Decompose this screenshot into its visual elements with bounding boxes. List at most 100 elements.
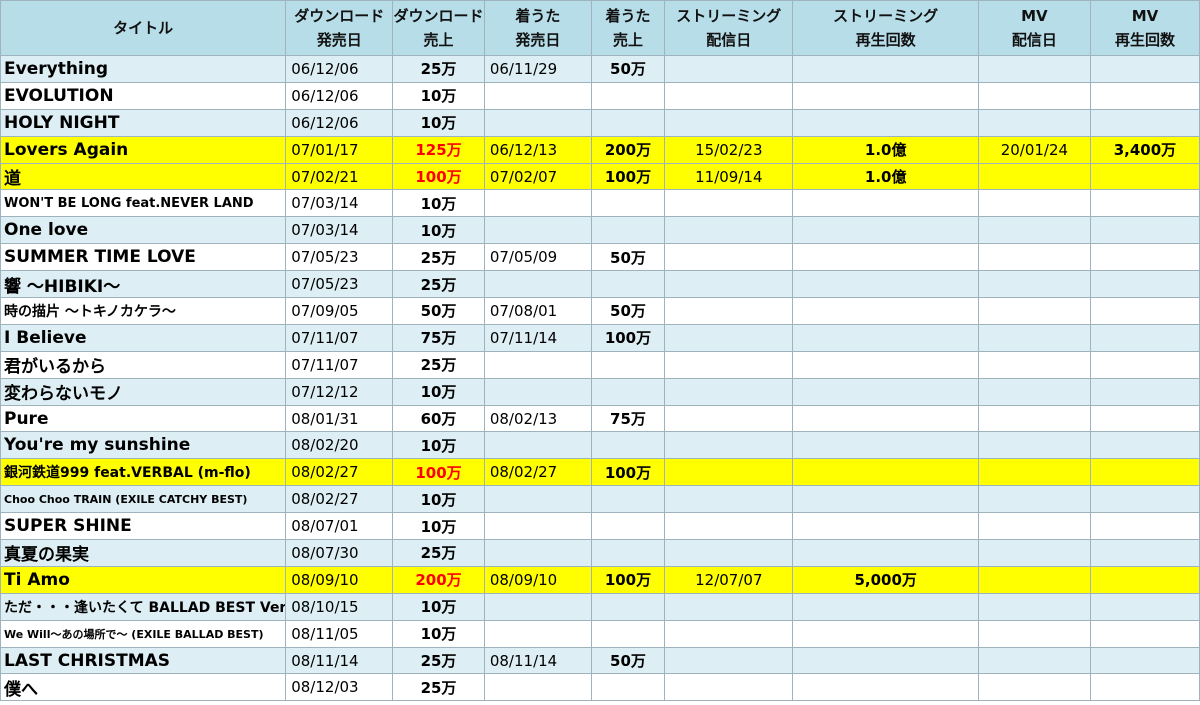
cell-title: Ti Amo — [0, 565, 287, 594]
cell-ch-date — [483, 350, 592, 379]
cell-st-plays — [792, 189, 979, 218]
header-label-line1: 着うた — [515, 7, 561, 25]
cell-mv-date — [977, 243, 1091, 272]
cell-st-plays — [792, 55, 979, 83]
cell-mv-date — [977, 216, 1091, 245]
cell-st-date: 11/09/14 — [664, 162, 794, 191]
cell-title: 響 ～HIBIKI～ — [0, 270, 287, 299]
cell-dl-date: 08/07/01 — [285, 512, 394, 541]
cell-st-date — [664, 539, 794, 567]
table-row: I Believe 07/11/07 75万 07/11/14 100万 — [0, 323, 1200, 352]
cell-dl-sales: 25万 — [392, 243, 485, 272]
cell-mv-date — [977, 270, 1091, 299]
cell-ch-sales — [590, 512, 666, 541]
cell-title: ただ・・・逢いたくて BALLAD BEST Ver. — [0, 592, 287, 621]
header-ch-date: 着うた 発売日 — [483, 0, 592, 56]
cell-dl-sales: 10万 — [392, 108, 485, 137]
cell-dl-date: 06/12/06 — [285, 108, 394, 137]
cell-ch-sales — [590, 431, 666, 460]
cell-dl-sales: 50万 — [392, 297, 485, 325]
cell-st-date — [664, 646, 794, 675]
cell-mv-plays: 3,400万 — [1089, 135, 1200, 164]
cell-ch-date — [483, 270, 592, 299]
header-label-line1: MV — [1021, 7, 1048, 25]
cell-ch-sales: 50万 — [590, 646, 666, 675]
cell-dl-sales: 25万 — [392, 55, 485, 83]
cell-st-date — [664, 189, 794, 218]
cell-st-plays — [792, 108, 979, 137]
cell-mv-plays — [1089, 592, 1200, 621]
header-label-line1: ダウンロード — [294, 7, 385, 25]
cell-st-plays — [792, 673, 979, 702]
header-label-line2: 配信日 — [706, 31, 752, 49]
cell-dl-sales: 10万 — [392, 81, 485, 110]
cell-ch-sales — [590, 485, 666, 514]
cell-ch-date — [483, 108, 592, 137]
cell-mv-date — [977, 108, 1091, 137]
header-mv-date: MV 配信日 — [977, 0, 1091, 56]
cell-ch-date: 08/09/10 — [483, 565, 592, 594]
table-row: WON'T BE LONG feat.NEVER LAND 07/03/14 10万 — [0, 189, 1200, 218]
table-row: Ti Amo 08/09/10 200万 08/09/10 100万 12/07/07 5,… — [0, 565, 1200, 594]
table-row: 君がいるから 07/11/07 25万 — [0, 350, 1200, 379]
table-body: Everything 06/12/06 25万 06/11/29 50万 EVOLUTIO… — [0, 55, 1200, 702]
cell-st-date — [664, 673, 794, 702]
table-header: タイトル ダウンロード 発売日 ダウンロード 売上 着うた 発売日 着うた 売上 ストリ… — [0, 0, 1200, 56]
cell-dl-date: 08/12/03 — [285, 673, 394, 702]
cell-mv-plays — [1089, 162, 1200, 191]
cell-st-plays — [792, 458, 979, 487]
cell-ch-sales — [590, 189, 666, 218]
cell-dl-sales: 25万 — [392, 673, 485, 702]
cell-title: HOLY NIGHT — [0, 108, 287, 137]
cell-mv-date — [977, 189, 1091, 218]
cell-st-date — [664, 377, 794, 406]
cell-ch-sales — [590, 673, 666, 702]
cell-dl-date: 06/12/06 — [285, 55, 394, 83]
table-row: You're my sunshine 08/02/20 10万 — [0, 431, 1200, 460]
cell-ch-date: 07/02/07 — [483, 162, 592, 191]
cell-dl-sales: 25万 — [392, 270, 485, 299]
cell-dl-sales: 200万 — [392, 565, 485, 594]
cell-st-plays: 5,000万 — [792, 565, 979, 594]
header-label-line2: 再生回数 — [1114, 31, 1175, 49]
cell-mv-date — [977, 162, 1091, 191]
cell-st-plays — [792, 485, 979, 514]
cell-st-date — [664, 108, 794, 137]
cell-title: WON'T BE LONG feat.NEVER LAND — [0, 189, 287, 218]
cell-mv-plays — [1089, 673, 1200, 702]
cell-dl-sales: 25万 — [392, 350, 485, 379]
cell-dl-sales: 75万 — [392, 323, 485, 352]
cell-mv-plays — [1089, 323, 1200, 352]
cell-mv-date — [977, 81, 1091, 110]
cell-dl-date: 07/11/07 — [285, 350, 394, 379]
cell-dl-sales: 125万 — [392, 135, 485, 164]
cell-title: One love — [0, 216, 287, 245]
cell-st-plays — [792, 81, 979, 110]
cell-st-date — [664, 243, 794, 272]
table-row: SUPER SHINE 08/07/01 10万 — [0, 512, 1200, 541]
cell-st-plays — [792, 323, 979, 352]
cell-ch-date: 07/08/01 — [483, 297, 592, 325]
cell-ch-date — [483, 592, 592, 621]
header-label-line1: 着うた — [605, 7, 651, 25]
cell-ch-date — [483, 377, 592, 406]
cell-st-date — [664, 81, 794, 110]
cell-dl-sales: 10万 — [392, 189, 485, 218]
cell-ch-date: 08/02/13 — [483, 404, 592, 433]
header-label-line2: 売上 — [423, 31, 454, 49]
cell-ch-sales — [590, 216, 666, 245]
cell-mv-plays — [1089, 243, 1200, 272]
cell-title: LAST CHRISTMAS — [0, 646, 287, 675]
cell-mv-date — [977, 323, 1091, 352]
cell-ch-sales — [590, 350, 666, 379]
cell-st-date — [664, 485, 794, 514]
cell-st-date — [664, 55, 794, 83]
table-row: 銀河鉄道999 feat.VERBAL (m-flo) 08/02/27 100万 0… — [0, 458, 1200, 487]
cell-dl-date: 07/05/23 — [285, 243, 394, 272]
header-label-line1: MV — [1131, 7, 1159, 25]
cell-st-date — [664, 431, 794, 460]
cell-st-date — [664, 323, 794, 352]
cell-dl-date: 07/05/23 — [285, 270, 394, 299]
cell-mv-plays — [1089, 539, 1200, 567]
cell-mv-date — [977, 539, 1091, 567]
